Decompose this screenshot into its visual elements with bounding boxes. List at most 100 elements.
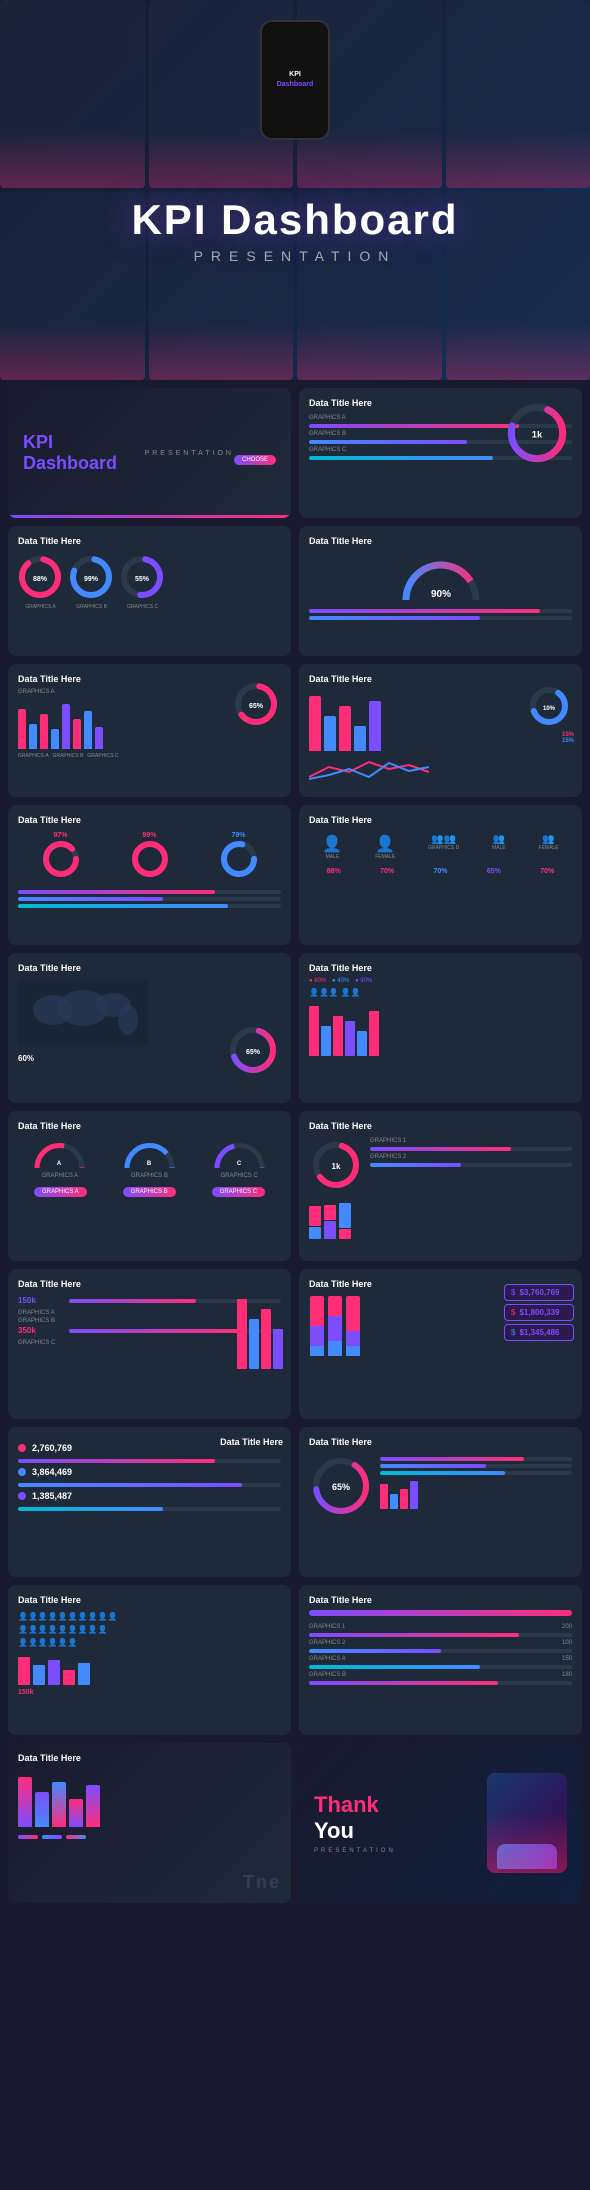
hero-subtitle: PRESENTATION [131,248,458,264]
dp-bar-4 [410,1481,418,1509]
hb-graphics-3: GRAPHICS A [309,1656,364,1662]
bar-4 [51,729,59,749]
page-container: KPIDashboard KPI Dashboard PRESENTATION … [0,0,590,1911]
tne-bar-4 [69,1799,83,1827]
tne-ind-3 [66,1835,86,1839]
pct-79: 79% [219,832,259,839]
slide-card-circles: Data Title Here 88% 99% [8,526,291,656]
kpi-subtitle: PRESENTATION [145,450,234,457]
svg-text:10%: 10% [543,706,556,712]
stacked-3a [346,1296,360,1331]
tne-ind-2 [42,1835,62,1839]
bc-fill-1 [370,1147,511,1151]
num-fill-2 [69,1329,239,1333]
dp-bar-1 [380,1484,388,1509]
graphics-c-label: GRAPHICS C [120,604,165,610]
people-pct-3: 70% [433,868,447,875]
line-chart-svg [309,757,429,782]
bar-8 [95,727,103,749]
pct-99: 99% [130,832,170,839]
graphics-a-sm: GRAPHICS A [18,753,49,759]
circle-chart-2: 99% [69,555,114,600]
complex-donut: 1k [309,1138,364,1193]
slide-row-8: 2,760,769 3,864,469 1,385,487 [8,1427,582,1577]
female-label: FEMALE [375,854,395,860]
hero-title: KPI Dashboard [131,196,458,244]
slide-title-gauges: Data Title Here [18,1121,281,1132]
bar-3 [40,714,48,749]
gauge-fill-2 [309,616,480,620]
accent-bar [8,515,291,518]
vbar-5 [357,1031,367,1056]
slide-card-hbars: Data Title Here GRAPHICS 1 200 GRAPHICS … [299,1585,582,1735]
big-bar-1 [309,696,321,751]
row4-prog-2 [18,897,281,901]
circle-88 [41,839,81,879]
slide-card-bars: Data Title Here GRAPHICS A [8,664,291,797]
big-bar-2 [324,716,336,751]
choose-button[interactable]: CHOOSE [234,455,276,465]
svg-text:A: A [57,1161,62,1167]
pct-88: 97% [41,832,81,839]
progress-fill-1 [309,424,519,428]
right-bar-1 [237,1299,247,1369]
pill-a[interactable]: GRAPHICS A [34,1187,87,1197]
slides-grid: KPI Dashboard PRESENTATION CHOOSE Data T… [0,380,590,1911]
kpi-dashboard-slide: KPI Dashboard PRESENTATION CHOOSE [8,388,291,518]
graphics-d-label: GRAPHICS D [428,845,459,851]
ig-bar-1 [18,1657,30,1685]
bc-graphics-2: GRAPHICS 2 [370,1154,572,1160]
dp-prog-2 [380,1464,572,1468]
bar-2 [29,724,37,749]
tne-ind-1 [18,1835,38,1839]
slide-card-tne: Data Title Here Tne [8,1743,291,1903]
slide-card-map: Data Title Here [8,953,291,1103]
hb-graphics-4: GRAPHICS B [309,1672,364,1678]
gauge-label-3: GRAPHICS C [212,1173,267,1179]
bar-1 [18,709,26,749]
gauge-2: B [122,1140,177,1170]
slide-card-donut-prog: Data Title Here 6 [299,1427,582,1577]
large-num-3: 1,385,487 [32,1491,72,1501]
dp-bar-2 [390,1494,398,1509]
bar-5 [62,704,70,749]
svg-text:B: B [147,1161,152,1167]
svg-text:65%: 65% [246,1049,261,1056]
stacked-1a [310,1296,324,1326]
car-silhouette [497,1844,557,1869]
row4-prog-3 [18,904,281,908]
pill-b[interactable]: GRAPHICS B [123,1187,176,1197]
slide-card-people: Data Title Here 👤 MALE 👤 FEMALE 👥👥 [299,805,582,945]
pill-c[interactable]: GRAPHICS C [212,1187,265,1197]
vbar-6 [369,1011,379,1056]
people-pct-1: 88% [327,868,341,875]
dot-3 [18,1492,26,1500]
slide-row-2: Data Title Here 88% 99% [8,526,582,656]
slide-row-10: Data Title Here Tne [8,1743,582,1903]
big-num-150k: 150k [18,1296,63,1305]
slide-card-line: Data Title Here 10% [299,664,582,797]
progress-fill-3 [309,456,493,460]
kpi-logo: KPI Dashboard [23,432,145,474]
circle-99 [130,839,170,879]
big-num-350k: 350k [18,1326,63,1335]
right-bar-4 [273,1329,283,1369]
svg-text:88%: 88% [33,576,48,583]
slide-card-bar-complex: Data Title Here 1k GRAPHICS 1 GRAPHICS 2 [299,1111,582,1261]
people-pct-4: 65% [487,868,501,875]
circle-chart-3: 55% [120,555,165,600]
bar-7 [84,711,92,749]
large-donut-dp: 65% [309,1454,374,1519]
pct-80-label: ● 80% [309,978,326,984]
tne-bar-5 [86,1785,100,1827]
gauge-prog-1 [309,609,572,613]
dot-1 [18,1444,26,1452]
slide-row-9: Data Title Here 👤👤👤👤👤👤👤👤👤👤 👤👤👤👤👤👤👤👤👤 👤👤👤… [8,1585,582,1735]
bc-graphics-1: GRAPHICS 1 [370,1138,572,1144]
slide-row-3: Data Title Here GRAPHICS A [8,664,582,797]
tne-bar-3 [52,1782,66,1827]
mini-donut: 65% [231,679,281,729]
slide-title-gauge: Data Title Here [309,536,572,547]
graphics-c-sm: GRAPHICS C [87,753,118,759]
dollar-amount-2: $1,800,339 [519,1308,559,1317]
